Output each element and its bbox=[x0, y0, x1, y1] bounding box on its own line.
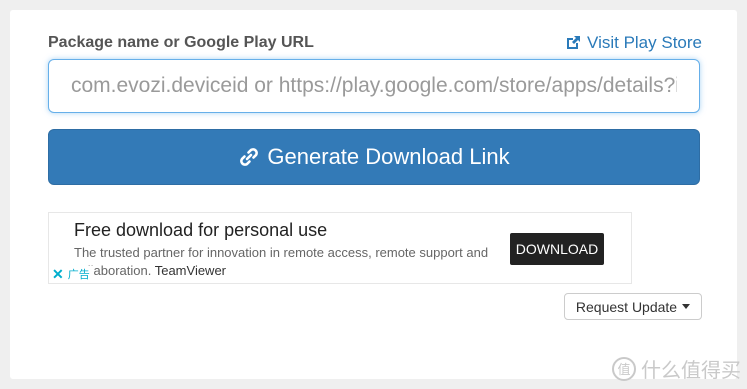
ad-marker-label: 广告 bbox=[67, 269, 90, 281]
visit-play-store-link[interactable]: Visit Play Store bbox=[564, 33, 702, 53]
ad-brand: TeamViewer bbox=[154, 263, 227, 278]
ad-choices-badge[interactable]: ✕ 广告 bbox=[52, 266, 93, 282]
watermark-logo-icon: 值 bbox=[611, 356, 637, 382]
ad-description-text: The trusted partner for innovation in re… bbox=[74, 245, 489, 278]
ad-title: Free download for personal use bbox=[74, 220, 328, 240]
visit-play-store-label: Visit Play Store bbox=[587, 33, 702, 52]
ad-download-button[interactable]: DOWNLOAD bbox=[510, 233, 604, 265]
link-icon bbox=[238, 146, 260, 168]
caret-down-icon bbox=[682, 304, 691, 309]
generate-download-link-button[interactable]: Generate Download Link bbox=[48, 129, 700, 185]
package-url-input[interactable] bbox=[48, 59, 700, 113]
ad-description: The trusted partner for innovation in re… bbox=[74, 244, 494, 280]
ad-banner[interactable]: Free download for personal use The trust… bbox=[48, 212, 632, 284]
package-field-label: Package name or Google Play URL bbox=[48, 34, 314, 51]
request-update-dropdown[interactable]: Request Update bbox=[564, 293, 702, 320]
label-row: Package name or Google Play URL Visit Pl… bbox=[48, 31, 702, 55]
close-icon[interactable]: ✕ bbox=[52, 266, 64, 283]
generate-download-link-label: Generate Download Link bbox=[267, 144, 510, 169]
svg-text:值: 值 bbox=[617, 362, 630, 378]
watermark: 值 什么值得买 bbox=[611, 354, 741, 383]
download-form-panel: Package name or Google Play URL Visit Pl… bbox=[10, 10, 737, 379]
watermark-text: 什么值得买 bbox=[641, 360, 741, 382]
external-link-icon bbox=[564, 34, 582, 52]
request-update-label: Request Update bbox=[575, 298, 678, 315]
